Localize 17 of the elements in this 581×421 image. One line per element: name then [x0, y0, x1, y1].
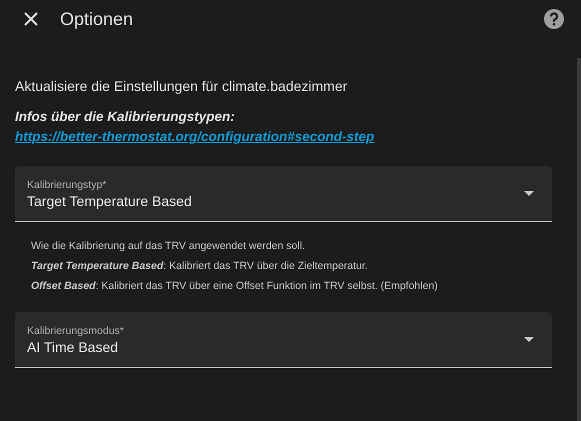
info-label: Infos über die Kalibrierungstypen:	[15, 108, 236, 126]
help-text: Offset Based: Kalibriert das TRV über eine Offset Funktion im TRV selbst. (Empfohlen)	[31, 280, 439, 292]
field-label: Kalibrierungstyp*	[27, 178, 108, 190]
intro-text: Aktualisiere die Einstellungen für climate.badezimmer	[15, 78, 348, 94]
help-icon[interactable]	[543, 8, 565, 30]
dialog-title: Optionen	[60, 8, 134, 30]
field-value: AI Time Based	[27, 338, 120, 354]
select-field[interactable]: Kalibrierungstyp* Target Temperature Based	[15, 166, 552, 222]
help-text: Target Temperature Based: Kalibriert das TRV über die Zieltemperatur.	[31, 260, 369, 272]
docs-link[interactable]: https://better-thermostat.org/configuration#second-step	[15, 127, 374, 147]
field-value: Target Temperature Based	[27, 192, 193, 208]
close-icon[interactable]	[24, 12, 38, 26]
field-label: Kalibrierungsmodus*	[27, 324, 125, 336]
caret-icon	[524, 337, 534, 342]
help-text: Wie die Kalibrierung auf das TRV angewendet werden soll.	[31, 240, 306, 252]
caret-icon	[524, 191, 534, 196]
select-field[interactable]: Kalibrierungsmodus* AI Time Based	[15, 312, 552, 368]
